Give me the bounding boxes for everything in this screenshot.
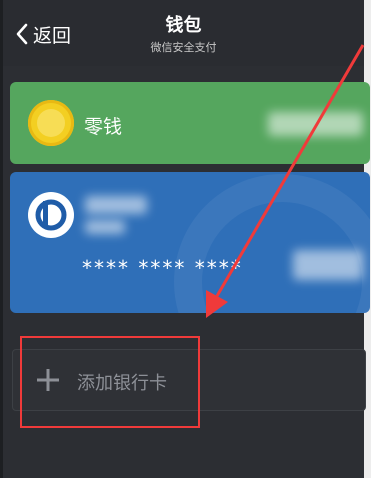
- annotation-arrow: [206, 44, 365, 318]
